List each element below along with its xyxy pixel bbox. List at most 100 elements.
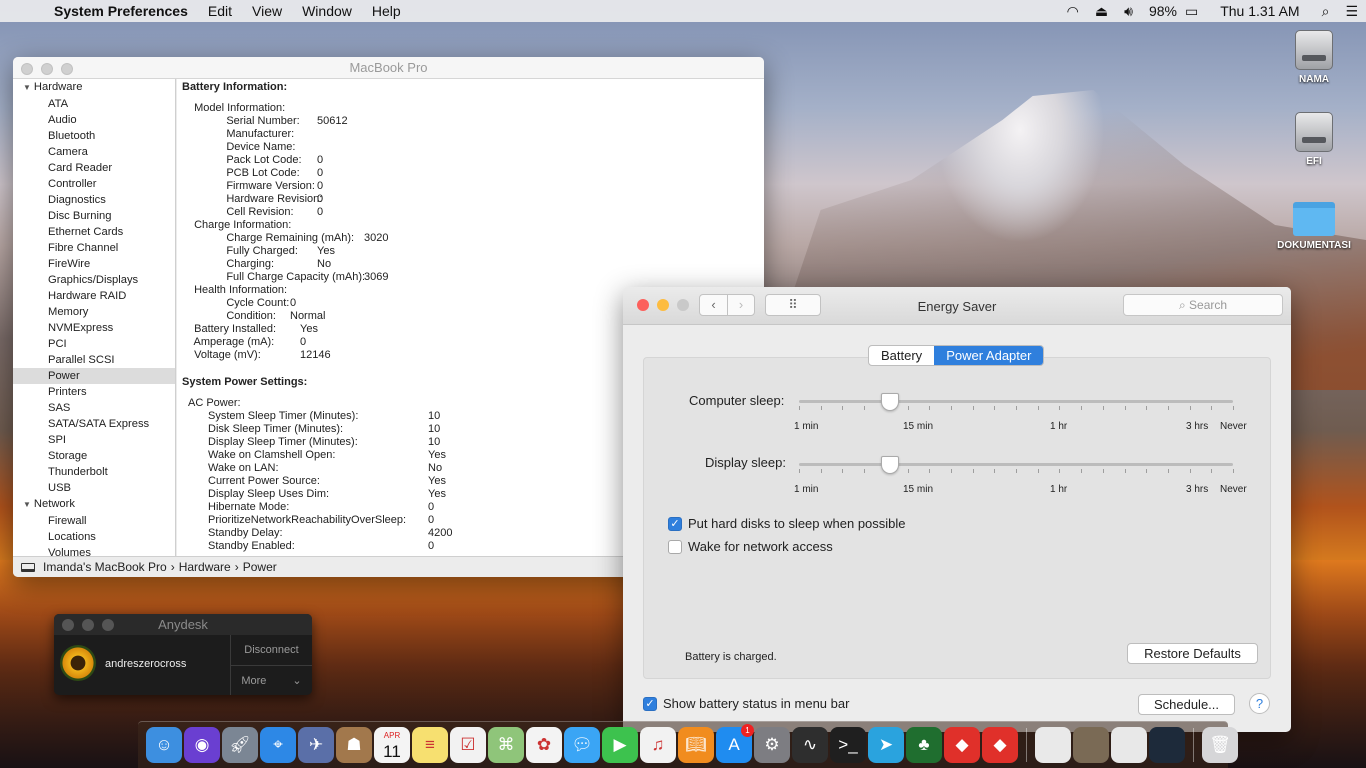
schedule-button[interactable]: Schedule... xyxy=(1138,694,1235,715)
sidebar-item-volumes[interactable]: Volumes xyxy=(13,545,175,556)
desktop-icon-dokumentasi[interactable]: DOKUMENTASI xyxy=(1269,202,1359,251)
facetime-icon[interactable]: ▶ xyxy=(602,727,638,763)
trash-icon[interactable]: 🗑︎ xyxy=(1202,727,1238,763)
forward-button[interactable]: › xyxy=(727,295,754,315)
display-sleep-thumb[interactable] xyxy=(881,456,899,474)
menu-edit[interactable]: Edit xyxy=(198,3,242,19)
spotlight-icon[interactable]: ⌕ xyxy=(1314,3,1338,20)
zoom-button[interactable] xyxy=(677,299,689,311)
sidebar-item-audio[interactable]: Audio xyxy=(13,112,175,128)
sidebar-item-printers[interactable]: Printers xyxy=(13,384,175,400)
sidebar-item-memory[interactable]: Memory xyxy=(13,304,175,320)
terminal-icon[interactable]: >_ xyxy=(830,727,866,763)
computer-sleep-slider[interactable] xyxy=(799,400,1233,403)
photos-icon[interactable]: ✿ xyxy=(526,727,562,763)
launchpad-icon[interactable]: 🚀︎ xyxy=(222,727,258,763)
anydesk-icon-2[interactable]: ◆ xyxy=(982,727,1018,763)
sidebar-item-firewall[interactable]: Firewall xyxy=(13,513,175,529)
contacts-icon[interactable]: ☗ xyxy=(336,727,372,763)
tab-power-adapter[interactable]: Power Adapter xyxy=(934,346,1044,365)
music-icon[interactable]: ♫ xyxy=(640,727,676,763)
search-input[interactable]: ⌕ Search xyxy=(1123,294,1283,316)
sidebar-item-bluetooth[interactable]: Bluetooth xyxy=(13,128,175,144)
telegram-icon[interactable]: ➤ xyxy=(868,727,904,763)
siri-icon[interactable]: ◉ xyxy=(184,727,220,763)
sidebar-item-sas[interactable]: SAS xyxy=(13,400,175,416)
zoom-button[interactable] xyxy=(61,63,73,75)
sidebar-item-camera[interactable]: Camera xyxy=(13,144,175,160)
messages-icon[interactable]: 💬︎ xyxy=(564,727,600,763)
screen-icon[interactable] xyxy=(1149,727,1185,763)
menu-view[interactable]: View xyxy=(242,3,292,19)
sidebar-item-locations[interactable]: Locations xyxy=(13,529,175,545)
path-power[interactable]: Power xyxy=(243,557,277,577)
reminders-icon[interactable]: ☑ xyxy=(450,727,486,763)
zoom-button[interactable] xyxy=(102,619,114,631)
menu-help[interactable]: Help xyxy=(362,3,411,19)
close-button[interactable] xyxy=(637,299,649,311)
hard-disks-checkbox[interactable]: ✓ Put hard disks to sleep when possible xyxy=(668,516,906,531)
anydesk-icon[interactable]: ◆ xyxy=(944,727,980,763)
textedit-icon[interactable] xyxy=(1035,727,1071,763)
mail-icon[interactable]: ✈ xyxy=(298,727,334,763)
close-button[interactable] xyxy=(62,619,74,631)
sidebar-item-card-reader[interactable]: Card Reader xyxy=(13,160,175,176)
path-computer[interactable]: Imanda's MacBook Pro xyxy=(43,557,167,577)
sidebar-item-diagnostics[interactable]: Diagnostics xyxy=(13,192,175,208)
restore-defaults-button[interactable]: Restore Defaults xyxy=(1127,643,1258,664)
sidebar-item-ata[interactable]: ATA xyxy=(13,96,175,112)
minimize-button[interactable] xyxy=(82,619,94,631)
eject-icon[interactable]: ⏏ xyxy=(1087,3,1116,20)
safari-icon[interactable]: ⌖ xyxy=(260,727,296,763)
minimize-button[interactable] xyxy=(41,63,53,75)
wifi-icon[interactable]: ◠ xyxy=(1059,3,1087,20)
back-button[interactable]: ‹ xyxy=(700,295,727,315)
desktop-icon-nama[interactable]: NAMA xyxy=(1269,30,1359,85)
documents-icon[interactable] xyxy=(1111,727,1147,763)
sidebar-item-controller[interactable]: Controller xyxy=(13,176,175,192)
sidebar-item-sata-sata-express[interactable]: SATA/SATA Express xyxy=(13,416,175,432)
notification-center-icon[interactable]: ☰ xyxy=(1337,3,1366,20)
path-hardware[interactable]: Hardware xyxy=(179,557,231,577)
battery-percent[interactable]: 98% xyxy=(1141,3,1185,19)
maps-icon[interactable]: ⌘ xyxy=(488,727,524,763)
sidebar-item-storage[interactable]: Storage xyxy=(13,448,175,464)
disconnect-button[interactable]: Disconnect xyxy=(231,635,312,665)
wake-network-checkbox[interactable]: Wake for network access xyxy=(668,539,833,554)
clover-icon[interactable]: ♣ xyxy=(906,727,942,763)
help-button[interactable]: ? xyxy=(1249,693,1270,714)
battery-icon[interactable]: ▭ xyxy=(1185,3,1206,20)
sidebar-item-firewire[interactable]: FireWire xyxy=(13,256,175,272)
minimize-button[interactable] xyxy=(657,299,669,311)
menu-app-name[interactable]: System Preferences xyxy=(54,3,198,19)
tab-battery[interactable]: Battery xyxy=(869,346,934,365)
show-battery-checkbox[interactable]: ✓ Show battery status in menu bar xyxy=(643,696,849,711)
show-all-button[interactable]: ⠿ xyxy=(765,294,821,316)
notes-icon[interactable]: ≡ xyxy=(412,727,448,763)
more-button[interactable]: More ⌄ xyxy=(231,665,312,695)
system-preferences-icon[interactable]: ⚙ xyxy=(754,727,790,763)
sidebar-item-disc-burning[interactable]: Disc Burning xyxy=(13,208,175,224)
sidebar-item-fibre-channel[interactable]: Fibre Channel xyxy=(13,240,175,256)
calendar-icon[interactable]: APR 11 xyxy=(374,727,410,763)
sidebar-item-usb[interactable]: USB xyxy=(13,480,175,496)
desktop-icon-efi[interactable]: EFI xyxy=(1269,112,1359,167)
clock[interactable]: Thu 1.31 AM xyxy=(1206,3,1313,19)
app-icon[interactable] xyxy=(1073,727,1109,763)
sidebar-item-spi[interactable]: SPI xyxy=(13,432,175,448)
display-sleep-slider[interactable] xyxy=(799,463,1233,466)
sidebar-item-pci[interactable]: PCI xyxy=(13,336,175,352)
close-button[interactable] xyxy=(21,63,33,75)
computer-sleep-thumb[interactable] xyxy=(881,393,899,411)
menu-window[interactable]: Window xyxy=(292,3,362,19)
volume-icon[interactable]: 🔊︎ xyxy=(1116,3,1141,20)
sidebar-item-nvmexpress[interactable]: NVMExpress xyxy=(13,320,175,336)
finder-icon[interactable]: ☺ xyxy=(146,727,182,763)
sidebar-item-ethernet-cards[interactable]: Ethernet Cards xyxy=(13,224,175,240)
sidebar-group-network[interactable]: Network xyxy=(13,496,175,513)
sidebar-item-thunderbolt[interactable]: Thunderbolt xyxy=(13,464,175,480)
sidebar-item-hardware-raid[interactable]: Hardware RAID xyxy=(13,288,175,304)
books-icon[interactable]: 📖︎ xyxy=(678,727,714,763)
sidebar-item-power[interactable]: Power xyxy=(13,368,175,384)
appstore-icon[interactable]: A1 xyxy=(716,724,754,763)
